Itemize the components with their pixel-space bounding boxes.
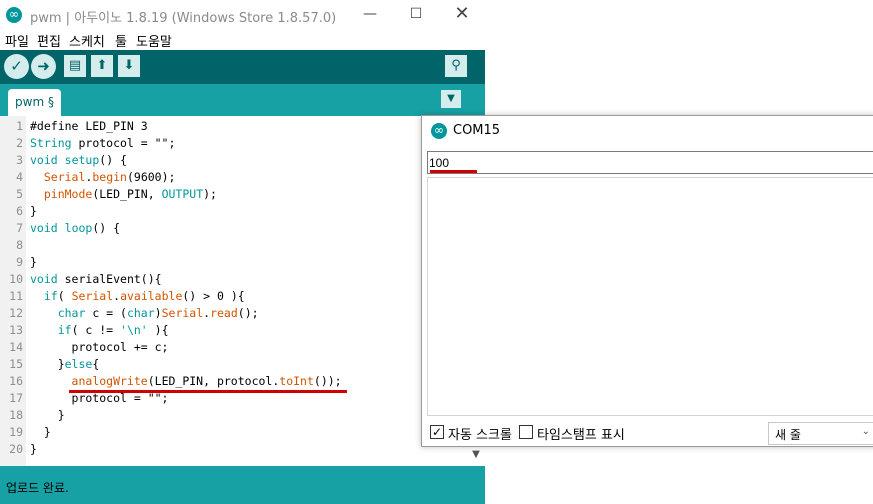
line-number: 11 (9, 289, 23, 303)
code-line: if( c != '\n' ){ (57, 323, 169, 337)
code-line: analogWrite(LED_PIN, protocol.toInt()); (71, 374, 342, 388)
autoscroll-checkbox[interactable]: ✓ (430, 425, 444, 439)
code-line: } (30, 442, 37, 456)
line-number: 4 (16, 170, 23, 184)
serial-monitor-button[interactable]: ⚲ (445, 55, 467, 77)
serial-monitor-window: COM15 ✓ 자동 스크롤 타임스탬프 표시 새 줄 ⌄ (421, 115, 873, 447)
code-line: void setup() { (30, 153, 127, 167)
timestamp-label: 타임스탬프 표시 (537, 428, 625, 443)
code-line: } (30, 255, 37, 269)
code-line: } (30, 425, 51, 439)
line-number: 1 (16, 119, 23, 133)
line-number: 3 (16, 153, 23, 167)
menu-bar: 파일 편집 스케치 툴 도움말 (0, 30, 485, 50)
status-bar: 업로드 완료. (0, 466, 485, 504)
line-number: 15 (9, 357, 23, 371)
line-number: 16 (9, 374, 23, 388)
save-button[interactable]: ⬇ (118, 55, 140, 77)
autoscroll-label: 자동 스크롤 (448, 428, 512, 443)
line-number-gutter: 1 2 3 4 5 6 7 8 9 10 11 12 13 14 15 16 17 18 19 20 (0, 116, 26, 466)
tab-pwm[interactable]: pwm § (8, 89, 61, 116)
arduino-ide-window: pwm | 아두이노 1.8.19 (Windows Store 1.8.57.… (0, 0, 485, 504)
toolbar: ✓ ➜ ▤ ⬆ ⬇ ⚲ (0, 50, 485, 84)
code-line: String protocol = ""; (30, 136, 176, 150)
arduino-logo-icon (431, 122, 447, 139)
serial-send-input[interactable] (427, 151, 873, 174)
line-number: 2 (16, 136, 23, 150)
serial-monitor-title: COM15 (453, 123, 501, 138)
code-line: protocol += c; (30, 340, 169, 354)
line-number: 14 (9, 340, 23, 354)
serial-footer: ✓ 자동 스크롤 타임스탬프 표시 새 줄 ⌄ (422, 419, 873, 447)
code-line: if( Serial.available() > 0 ){ (43, 289, 245, 303)
scroll-down-icon[interactable]: ▼ (468, 446, 484, 464)
tab-bar: pwm § ▼ (0, 84, 485, 116)
line-number: 7 (16, 221, 23, 235)
line-number: 10 (9, 272, 23, 286)
open-button[interactable]: ⬆ (91, 55, 113, 77)
line-number: 6 (16, 204, 23, 218)
input-highlight-underline (430, 170, 477, 173)
menu-help[interactable]: 도움말 (136, 31, 172, 50)
code-line: pinMode(LED_PIN, OUTPUT); (43, 187, 217, 201)
chevron-down-icon: ⌄ (861, 426, 870, 437)
window-title: pwm | 아두이노 1.8.19 (Windows Store 1.8.57.… (30, 11, 337, 26)
close-button[interactable]: ✕ (439, 0, 485, 30)
menu-edit[interactable]: 편집 (37, 31, 61, 50)
line-number: 8 (16, 238, 23, 252)
code-editor[interactable]: 1 2 3 4 5 6 7 8 9 10 11 12 13 14 15 16 17 18 19 20 #define … (0, 116, 485, 466)
line-number: 17 (9, 391, 23, 405)
line-number: 20 (9, 442, 23, 456)
new-sketch-button[interactable]: ▤ (64, 55, 86, 77)
arduino-logo-icon (6, 6, 22, 23)
verify-button[interactable]: ✓ (4, 54, 29, 79)
highlight-underline (69, 390, 347, 393)
line-number: 13 (9, 323, 23, 337)
line-number: 18 (9, 408, 23, 422)
code-line: } (30, 204, 37, 218)
line-ending-value: 새 줄 (775, 428, 801, 442)
line-number: 9 (16, 255, 23, 269)
line-number: 5 (16, 187, 23, 201)
code-line: void loop() { (30, 221, 121, 235)
tab-menu-dropdown-icon[interactable]: ▼ (441, 90, 461, 108)
code-line: }else{ (30, 357, 100, 371)
menu-sketch[interactable]: 스케치 (69, 31, 105, 50)
minimize-button[interactable]: — (347, 0, 393, 30)
code-line: Serial.begin(9600); (43, 170, 176, 184)
status-message: 업로드 완료. (6, 481, 69, 495)
line-ending-select[interactable]: 새 줄 ⌄ (768, 422, 873, 445)
menu-file[interactable]: 파일 (5, 31, 29, 50)
title-bar: pwm | 아두이노 1.8.19 (Windows Store 1.8.57.… (0, 0, 485, 30)
serial-output-area[interactable] (427, 177, 873, 416)
line-number: 19 (9, 425, 23, 439)
code-line: void serialEvent(){ (30, 272, 162, 286)
code-line: } (30, 408, 65, 422)
line-number: 12 (9, 306, 23, 320)
upload-button[interactable]: ➜ (31, 54, 56, 79)
timestamp-checkbox[interactable] (519, 425, 533, 439)
maximize-button[interactable]: ☐ (393, 0, 439, 30)
code-line: #define LED_PIN 3 (30, 119, 148, 133)
menu-tools[interactable]: 툴 (115, 31, 127, 50)
code-line: char c = (char)Serial.read(); (57, 306, 259, 320)
